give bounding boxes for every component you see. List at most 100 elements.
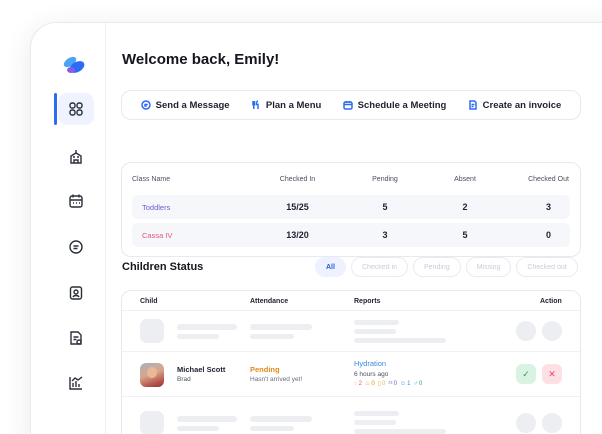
report-counters: ◌ 2 ♨ 0 ▯ 0 ᶻᶻ 0 ☺ 1 ♂ 0 (354, 380, 422, 388)
counter-value: 1 (407, 380, 411, 387)
attendance-status: Pending (250, 365, 280, 374)
counter-value: 0 (418, 380, 423, 387)
mark-absent-button[interactable]: ✕ (542, 364, 562, 384)
action-label: Schedule a Meeting (357, 99, 447, 111)
school-icon (70, 150, 82, 164)
skeleton-line (354, 320, 399, 325)
sidebar (31, 23, 106, 434)
skeleton-line (354, 420, 396, 425)
sidebar-item-billing[interactable] (58, 322, 94, 354)
calendar-icon (69, 194, 83, 208)
calendar-icon (342, 101, 353, 110)
filter-all[interactable]: All (315, 257, 346, 277)
utensils-icon (252, 100, 259, 109)
message-icon (69, 240, 83, 254)
invoice-icon (468, 100, 477, 110)
mood-counter: ☺ 1 (400, 380, 410, 387)
status-filter-group: All Checked in Pending Missing Checked o… (315, 257, 578, 277)
skeleton-line (354, 429, 446, 434)
check-icon: ✓ (522, 368, 530, 379)
page-title: Welcome back, Emily! (122, 51, 280, 68)
skeleton-line (177, 426, 219, 431)
sidebar-item-messages[interactable] (58, 231, 94, 263)
snack-icon: ▯ (377, 381, 381, 387)
sidebar-item-profiles[interactable] (58, 277, 94, 309)
table-header: Class Name Checked In Pending Absent Che… (132, 163, 570, 195)
filter-pending[interactable]: Pending (412, 257, 461, 277)
table-row[interactable]: Cassa IV 13/20 3 5 0 (132, 223, 570, 247)
activity-icon: ♂ (413, 380, 418, 387)
skeleton-button (516, 321, 536, 341)
action-label: Send a Message (155, 99, 230, 111)
column-header: Absent (454, 175, 476, 183)
app-window: Welcome back, Emily! Send a Message Plan… (30, 22, 602, 434)
create-invoice-button[interactable]: Create an invoice (468, 99, 562, 111)
column-header: Action (540, 298, 562, 305)
checked-in-value: 13/20 (286, 230, 309, 240)
chart-icon (69, 376, 83, 390)
check-in-button[interactable]: ✓ (516, 364, 536, 384)
skeleton-line (250, 416, 312, 422)
checked-out-value: 0 (545, 230, 551, 240)
filter-checked-out[interactable]: Checked out (516, 257, 578, 277)
sidebar-item-reports[interactable] (58, 367, 94, 399)
column-header: Child (140, 298, 158, 305)
table-header: Child Attendance Reports Action (122, 291, 580, 311)
close-icon: ✕ (548, 368, 556, 379)
attendance-note: Hasn't arrived yet! (250, 376, 303, 383)
action-label: Create an invoice (482, 99, 562, 111)
skeleton-avatar (140, 411, 164, 434)
absent-value: 2 (462, 202, 468, 212)
filter-checked-in[interactable]: Checked in (350, 257, 408, 277)
activity-counter: ♂ 0 (413, 380, 422, 387)
quick-actions-bar: Send a Message Plan a Menu Schedule a Me… (121, 90, 581, 120)
invoice-icon (70, 331, 82, 345)
checked-in-value: 15/25 (286, 202, 309, 212)
skeleton-line (250, 324, 312, 330)
skeleton-line (354, 338, 446, 343)
checked-out-value: 3 (545, 202, 551, 212)
class-summary-table: Class Name Checked In Pending Absent Che… (121, 162, 581, 257)
table-row[interactable]: Michael Scott Brad Pending Hasn't arrive… (122, 351, 580, 397)
report-title-link[interactable]: Hydration (354, 359, 386, 368)
child-subtitle: Brad (177, 376, 191, 383)
action-label: Plan a Menu (265, 99, 322, 111)
column-header: Attendance (250, 298, 289, 305)
skeleton-line (177, 416, 237, 422)
nap-icon: ᶻᶻ (388, 380, 393, 387)
skeleton-button (542, 413, 562, 433)
skeleton-line (250, 426, 294, 431)
skeleton-line (250, 334, 294, 339)
plan-menu-button[interactable]: Plan a Menu (251, 100, 321, 111)
skeleton-button (542, 321, 562, 341)
pending-value: 5 (382, 202, 388, 212)
skeleton-line (177, 324, 237, 330)
mood-icon: ☺ (399, 380, 407, 387)
send-message-button[interactable]: Send a Message (140, 99, 230, 111)
column-header: Class Name (132, 175, 171, 183)
class-name: Toddlers (142, 202, 171, 212)
diaper-icon: ◌ (354, 380, 358, 387)
sidebar-item-school[interactable] (58, 141, 94, 173)
sidebar-item-dashboard[interactable] (54, 93, 94, 125)
pending-value: 3 (382, 230, 388, 240)
profile-card-icon (69, 286, 83, 300)
skeleton-line (177, 334, 219, 339)
app-logo (63, 56, 85, 73)
filter-missing[interactable]: Missing (465, 257, 512, 277)
dashboard-icon (69, 102, 83, 116)
skeleton-line (354, 329, 396, 334)
schedule-meeting-button[interactable]: Schedule a Meeting (342, 99, 447, 111)
section-title: Children Status (122, 261, 204, 273)
diaper-counter: ◌ 2 (354, 380, 362, 387)
children-status-table: Child Attendance Reports Action Michael … (121, 290, 581, 434)
absent-value: 5 (462, 230, 468, 240)
counter-value: 2 (358, 380, 362, 387)
table-row[interactable]: Toddlers 15/25 5 2 3 (132, 195, 570, 219)
meal-icon: ♨ (364, 381, 371, 387)
skeleton-button (516, 413, 536, 433)
nap-counter: ᶻᶻ 0 (388, 380, 397, 387)
column-header: Checked Out (528, 175, 569, 183)
column-header: Pending (372, 175, 398, 183)
sidebar-item-calendar[interactable] (58, 185, 94, 217)
